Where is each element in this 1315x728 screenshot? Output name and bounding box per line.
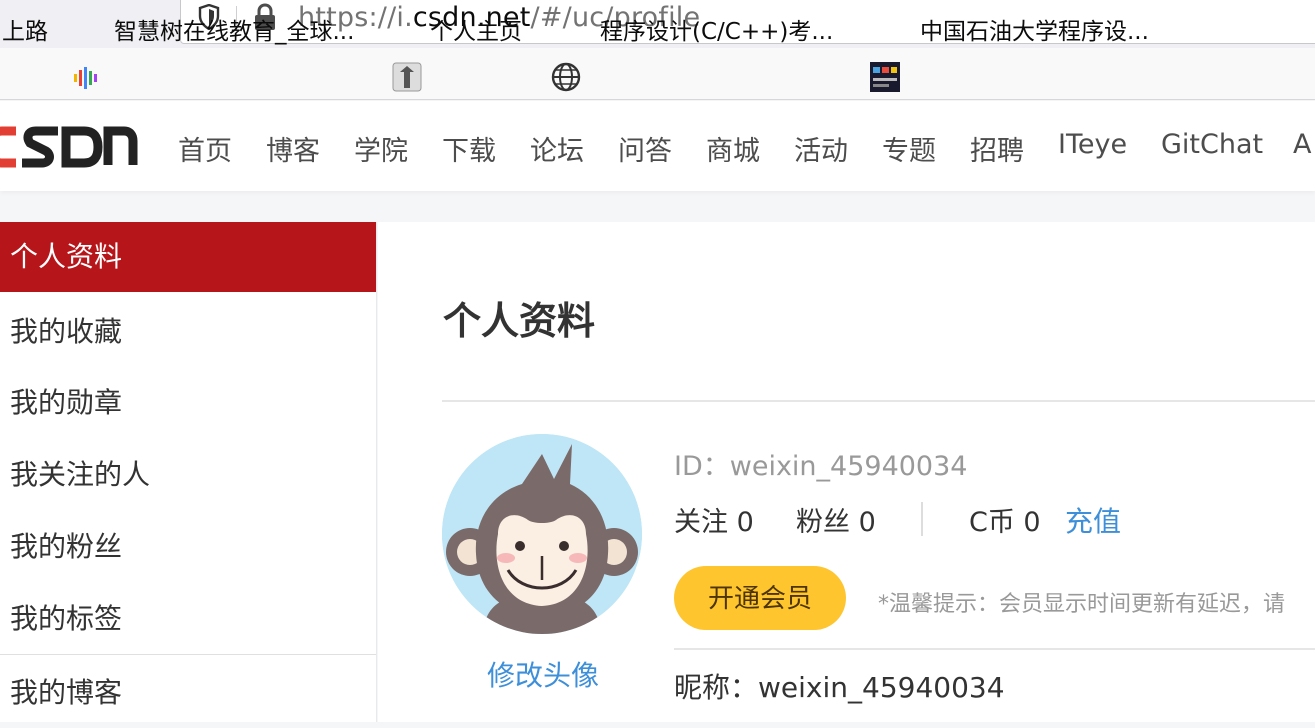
sidebar-item-tags[interactable]: 我的标签 — [0, 584, 376, 654]
globe-icon — [551, 62, 581, 92]
nav-item-topics[interactable]: 专题 — [882, 129, 936, 168]
stats-separator — [921, 502, 923, 536]
change-avatar-link[interactable]: 修改头像 — [487, 654, 599, 694]
nav-item-download[interactable]: 下载 — [442, 129, 496, 168]
bookmark-item[interactable]: 程序设计(C/C++)考... — [600, 12, 833, 46]
open-vip-button[interactable]: 开通会员 — [674, 566, 846, 630]
avatar[interactable] — [442, 434, 642, 634]
recharge-link[interactable]: 充值 — [1065, 500, 1121, 540]
nav-item-mall[interactable]: 商城 — [706, 129, 760, 168]
sidebar-item-blog[interactable]: 我的博客 — [0, 658, 376, 728]
sidebar-item-medals[interactable]: 我的勋章 — [0, 368, 376, 438]
bookmark-item[interactable]: 智慧树在线教育_全球... — [114, 12, 354, 46]
vip-hint-text: *温馨提示：会员显示时间更新有延迟，请 — [878, 592, 1286, 617]
fans-count[interactable]: 粉丝 0 — [796, 500, 876, 539]
nav-item-more[interactable]: A — [1293, 129, 1311, 160]
page-title: 个人资料 — [443, 299, 596, 343]
nickname: 昵称：weixin_45940034 — [674, 671, 1005, 704]
coins-count: C币 0 — [969, 507, 1041, 538]
bookmark-item[interactable]: 上路 — [2, 12, 48, 46]
avatar-icon — [392, 62, 422, 92]
bookmark-item[interactable]: 个人主页 — [430, 12, 522, 46]
nav-item-events[interactable]: 活动 — [794, 129, 848, 168]
sidebar-divider — [0, 654, 376, 655]
nav-item-gitchat[interactable]: GitChat — [1161, 129, 1263, 160]
sidebar-item-favorites[interactable]: 我的收藏 — [0, 297, 376, 367]
csdn-logo[interactable] — [0, 119, 138, 175]
nav-item-home[interactable]: 首页 — [178, 129, 232, 168]
nav-item-jobs[interactable]: 招聘 — [970, 129, 1024, 168]
monkey-avatar-icon — [442, 434, 642, 634]
nav-item-forum[interactable]: 论坛 — [530, 129, 584, 168]
bookmarks-bar — [0, 48, 1315, 100]
nav-item-iteye[interactable]: ITeye — [1058, 129, 1127, 160]
sidebar-item-fans[interactable]: 我的粉丝 — [0, 512, 376, 582]
bookmark-item[interactable]: 中国石油大学程序设... — [920, 12, 1149, 46]
sidebar-item-following[interactable]: 我关注的人 — [0, 440, 376, 510]
nav-item-academy[interactable]: 学院 — [354, 129, 408, 168]
site-icon — [870, 62, 900, 92]
title-divider — [442, 400, 1315, 402]
following-count[interactable]: 关注 0 — [674, 500, 754, 539]
user-id: ID：weixin_45940034 — [674, 451, 968, 482]
audio-bars-icon — [74, 67, 97, 89]
nav-item-blog[interactable]: 博客 — [266, 129, 320, 168]
nav-item-qa[interactable]: 问答 — [618, 129, 672, 168]
sidebar-item-profile[interactable]: 个人资料 — [0, 222, 376, 292]
profile-divider — [674, 648, 1315, 650]
